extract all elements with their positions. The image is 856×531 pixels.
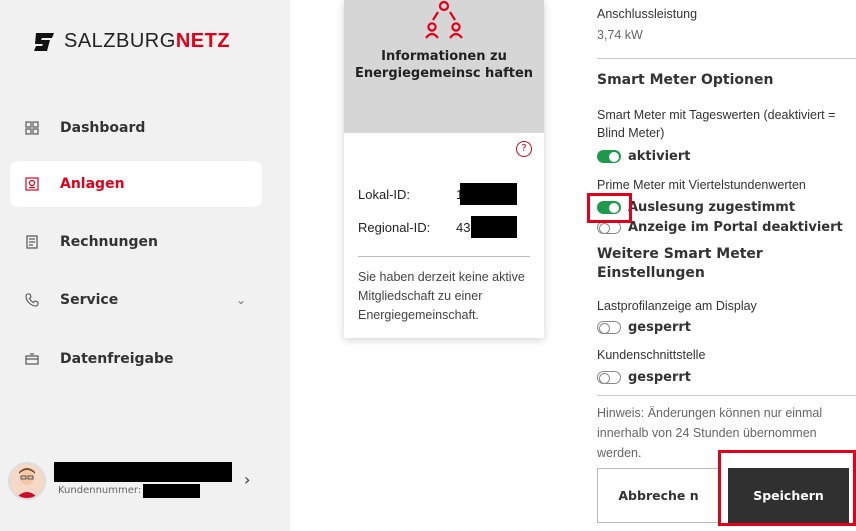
chevron-right-icon[interactable]: › [244,470,250,489]
toggle-label: gesperrt [628,370,692,385]
connection-label: Anschlussleistung [597,7,698,21]
user-profile[interactable]: Kundennummer: › [8,460,278,500]
more-settings-heading: Weitere Smart Meter Einstellungen [597,246,763,281]
brand-name: SALZBURGNETZ [64,30,231,52]
redacted-regional-id [471,216,517,238]
redacted-customer-number [143,484,200,498]
smart-meter-heading: Smart Meter Optionen [597,72,774,88]
sidebar-item-label: Rechnungen [60,234,158,250]
loadprofile-toggle-row[interactable]: gesperrt [597,320,691,335]
divider [597,58,856,59]
membership-note: Sie haben derzeit keine aktive Mitglieds… [358,270,525,322]
loadprofile-label: Lastprofilanzeige am Display [597,299,757,313]
card-header: Informationen zu Energiegemeinsc haften [344,0,544,133]
phone-icon [24,292,40,308]
sidebar-item-service[interactable]: Service ⌄ [10,277,262,323]
redacted-customer-name [54,462,232,482]
toggle-label: gesperrt [628,320,692,335]
sidebar-item-label: Service [60,292,119,308]
lokal-id-label: Lokal-ID: [358,187,411,202]
invoice-icon [24,234,40,250]
salzburgnetz-logo-icon [34,32,54,51]
prime-meter-label: Prime Meter mit Viertelstundenwerten [597,178,806,192]
card-title: Informationen zu Energiegemeinsc haften [354,49,534,81]
portal-toggle-row[interactable]: Anzeige im Portal deaktiviert [597,220,843,235]
share-icon [24,351,40,367]
brand-logo[interactable]: SALZBURGNETZ [32,30,230,53]
sidebar-item-anlagen[interactable]: Anlagen [10,161,262,207]
sidebar-item-datenfreigabe[interactable]: Datenfreigabe [10,336,262,382]
interface-toggle[interactable] [597,371,621,384]
sidebar-item-dashboard[interactable]: Dashboard [10,105,262,151]
sidebar-item-label: Dashboard [60,120,146,136]
customer-number-label: Kundennummer: [58,485,142,496]
connection-value: 3,74 kW [597,28,643,42]
cancel-button[interactable]: Abbreche n [597,468,720,523]
sidebar-item-label: Anlagen [60,176,125,192]
redacted-lokal-id [460,183,517,205]
toggle-label: Anzeige im Portal deaktiviert [628,220,843,235]
daily-values-toggle[interactable] [597,150,621,163]
toggle-label: aktiviert [628,149,691,164]
meter-icon [24,176,40,192]
community-icon [425,0,463,39]
regional-id-label: Regional-ID: [358,220,431,235]
chevron-down-icon[interactable]: ⌄ [236,293,246,307]
highlight-save-annotation [718,450,856,526]
divider [597,395,856,396]
toggle-label: Auslesung zugestimmt [628,200,796,215]
help-icon[interactable]: ? [516,141,532,157]
interface-toggle-row[interactable]: gesperrt [597,370,691,385]
daily-values-toggle-row[interactable]: aktiviert [597,149,690,164]
daily-values-label: Smart Meter mit Tageswerten (deaktiviert… [597,108,836,140]
grid-icon [24,120,40,136]
highlight-toggle-annotation [587,193,632,223]
sidebar: SALZBURGNETZ Dashboard Anlagen Rechnunge… [0,0,290,531]
sidebar-item-label: Datenfreigabe [60,351,174,367]
divider [358,256,530,257]
regional-id-value: 43 [456,220,471,235]
interface-label: Kundenschnittstelle [597,348,706,362]
loadprofile-toggle[interactable] [597,321,621,334]
energy-community-card: Informationen zu Energiegemeinsc haften … [344,0,544,338]
sidebar-item-rechnungen[interactable]: Rechnungen [10,219,262,265]
avatar [8,462,46,500]
